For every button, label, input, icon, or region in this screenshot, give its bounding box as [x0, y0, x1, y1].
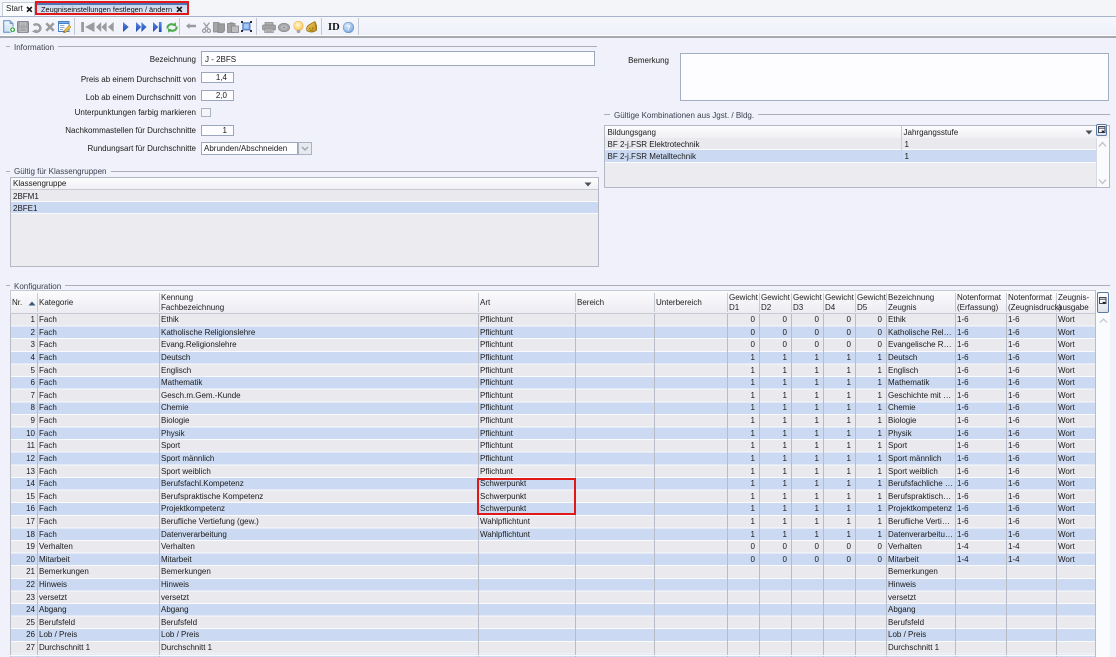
svg-text:?: ? — [346, 23, 350, 32]
